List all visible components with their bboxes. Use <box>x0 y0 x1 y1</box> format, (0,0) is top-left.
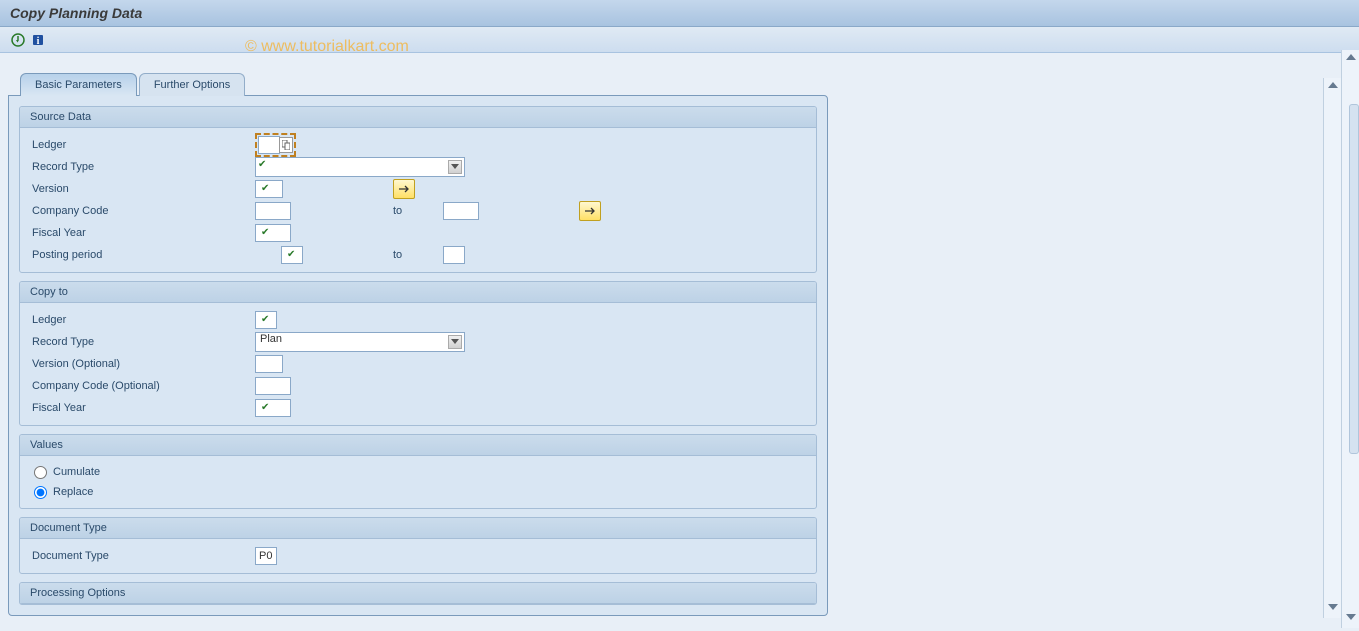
label-fiscal-year: Fiscal Year <box>30 227 255 239</box>
required-check-icon: ✔ <box>259 314 269 325</box>
content-area: Basic Parameters Further Options Source … <box>0 53 1359 631</box>
execute-icon[interactable] <box>10 32 26 48</box>
group-title-values: Values <box>20 435 816 456</box>
label-ct-version: Version (Optional) <box>30 358 255 370</box>
dropdown-arrow-icon <box>448 335 462 349</box>
label-company-code: Company Code <box>30 205 255 217</box>
required-check-icon: ✔ <box>259 183 269 194</box>
group-values: Values Cumulate Replace <box>19 434 817 509</box>
required-check-icon: ✔ <box>256 159 266 170</box>
tab-body: Source Data Ledger Record Type ✔ <box>8 95 828 616</box>
tab-further-options[interactable]: Further Options <box>139 73 245 96</box>
f4-help-ledger-icon[interactable] <box>279 137 293 153</box>
input-ct-fiscal-year[interactable]: ✔ <box>255 399 291 417</box>
group-processing-options: Processing Options <box>19 582 817 605</box>
page-scrollbar-thumb[interactable] <box>1349 104 1359 454</box>
radio-replace[interactable] <box>34 486 47 499</box>
label-version: Version <box>30 183 255 195</box>
radio-cumulate[interactable] <box>34 466 47 479</box>
input-ct-ledger[interactable]: ✔ <box>255 311 277 329</box>
dropdown-arrow-icon <box>448 160 462 174</box>
input-ct-version[interactable] <box>255 355 283 373</box>
label-ct-record-type: Record Type <box>30 336 255 348</box>
label-ct-ledger: Ledger <box>30 314 255 326</box>
label-replace: Replace <box>53 486 93 498</box>
scroll-up-icon[interactable] <box>1346 54 1356 60</box>
input-posting-period-to[interactable] <box>443 246 465 264</box>
label-ct-company-code: Company Code (Optional) <box>30 380 255 392</box>
scroll-down-icon[interactable] <box>1346 614 1356 620</box>
svg-text:i: i <box>37 36 40 47</box>
label-pp-to: to <box>393 249 443 261</box>
input-ct-company-code[interactable] <box>255 377 291 395</box>
select-record-type[interactable]: ✔ <box>255 157 465 177</box>
tab-basic-parameters[interactable]: Basic Parameters <box>20 73 137 96</box>
input-posting-period-from[interactable]: ✔ <box>281 246 303 264</box>
group-source-data: Source Data Ledger Record Type ✔ <box>19 106 817 273</box>
group-title-source-data: Source Data <box>20 107 816 128</box>
required-check-icon: ✔ <box>259 227 269 238</box>
group-document-type: Document Type Document Type <box>19 517 817 574</box>
group-title-copy-to: Copy to <box>20 282 816 303</box>
input-company-code-from[interactable] <box>255 202 291 220</box>
info-icon[interactable]: i <box>30 32 46 48</box>
label-ct-fiscal-year: Fiscal Year <box>30 402 255 414</box>
label-posting-period: Posting period <box>30 249 255 261</box>
page-title: Copy Planning Data <box>10 5 1349 21</box>
input-company-code-to[interactable] <box>443 202 479 220</box>
multi-select-version-button[interactable] <box>393 179 415 199</box>
select-ct-record-type-value: Plan <box>256 333 282 345</box>
tab-row: Basic Parameters Further Options <box>20 73 1351 96</box>
inner-scrollbar[interactable] <box>1323 78 1341 618</box>
group-title-document-type: Document Type <box>20 518 816 539</box>
label-ledger: Ledger <box>30 139 255 151</box>
toolbar: i <box>0 27 1359 53</box>
label-cc-to: to <box>393 205 443 217</box>
required-check-icon: ✔ <box>285 249 295 260</box>
label-record-type: Record Type <box>30 161 255 173</box>
label-cumulate: Cumulate <box>53 466 100 478</box>
window-title-bar: Copy Planning Data <box>0 0 1359 27</box>
input-ledger[interactable] <box>258 136 280 154</box>
group-title-processing-options: Processing Options <box>20 583 816 604</box>
required-check-icon: ✔ <box>259 402 269 413</box>
ledger-focus-frame <box>255 133 296 157</box>
input-version[interactable]: ✔ <box>255 180 283 198</box>
label-document-type: Document Type <box>30 550 255 562</box>
input-document-type[interactable] <box>255 547 277 565</box>
scroll-down-icon[interactable] <box>1328 604 1338 610</box>
input-fiscal-year[interactable]: ✔ <box>255 224 291 242</box>
select-ct-record-type[interactable]: Plan <box>255 332 465 352</box>
group-copy-to: Copy to Ledger ✔ Record Type Plan <box>19 281 817 426</box>
multi-select-company-code-button[interactable] <box>579 201 601 221</box>
